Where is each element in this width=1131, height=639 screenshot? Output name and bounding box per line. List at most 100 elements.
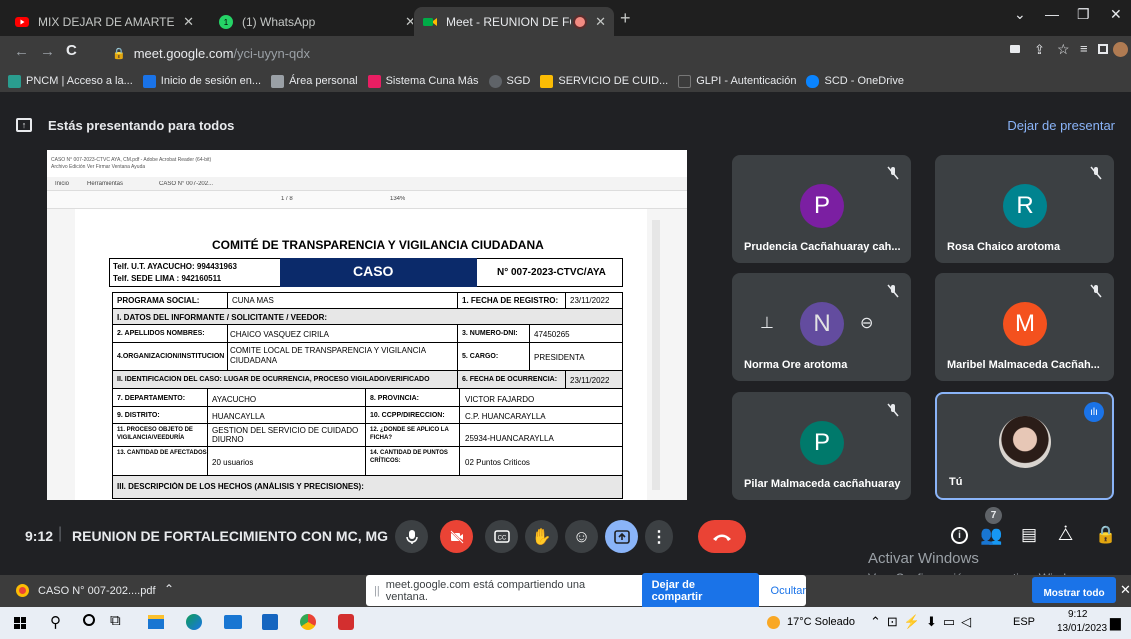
pdf-phone2: Telf. SEDE LIMA : 942160511	[113, 274, 222, 283]
file-explorer-icon[interactable]	[148, 615, 164, 629]
minimize-button[interactable]: —	[1045, 6, 1059, 22]
pdf-scrollbar[interactable]	[652, 220, 660, 490]
clock-date[interactable]: 13/01/2023	[1057, 623, 1107, 634]
bookmark-item[interactable]: GLPI - Autenticación	[678, 74, 796, 88]
tab-search-icon[interactable]: ⌄	[1014, 6, 1026, 23]
pdf-value: COMITE LOCAL DE TRANSPARENCIA Y VIGILANC…	[230, 346, 426, 365]
restore-button[interactable]: ❐	[1077, 6, 1090, 23]
pdf-nav-document[interactable]: CASO N° 007-202...	[159, 181, 213, 187]
bookmark-item[interactable]: Inicio de sesión en...	[142, 74, 261, 88]
pdf-table-rule	[457, 292, 458, 309]
reactions-button[interactable]: ☺	[565, 520, 598, 553]
pdf-menu: Archivo Edición Ver Firmar Ventana Ayuda	[51, 164, 146, 170]
remove-icon[interactable]: ⊖	[860, 313, 873, 333]
sharing-notification: || meet.google.com está compartiendo una…	[366, 572, 806, 609]
address-bar[interactable]: 🔒 meet.google.com/yci-uyyn-qdx	[96, 40, 856, 66]
chrome-taskbar-icon[interactable]	[300, 614, 316, 630]
camera-icon[interactable]	[1010, 45, 1020, 53]
avatar: R	[1003, 184, 1047, 228]
profile-avatar[interactable]	[1113, 42, 1128, 57]
present-button[interactable]	[605, 520, 638, 553]
bookmark-item[interactable]: Área personal	[271, 74, 358, 88]
participant-tile[interactable]: R Rosa Chaico arotoma	[935, 155, 1114, 263]
bookmark-item[interactable]: Sistema Cuna Más	[367, 74, 479, 88]
acrobat-icon[interactable]	[338, 614, 354, 630]
bookmark-item[interactable]: SGD	[488, 74, 530, 88]
clock-time[interactable]: 9:12	[1068, 609, 1087, 620]
bookmark-favicon-icon	[8, 74, 21, 88]
tray-icons[interactable]: ⌃⊡⚡⬇▭◁	[870, 614, 977, 630]
bookmark-item[interactable]: SERVICIO DE CUID...	[540, 74, 668, 88]
download-filename[interactable]: CASO N° 007-202....pdf	[38, 585, 156, 597]
cortana-icon[interactable]	[83, 614, 95, 626]
people-icon[interactable]: 👥	[980, 525, 1002, 546]
bookmark-item[interactable]: PNCM | Acceso a la...	[8, 74, 133, 88]
mic-off-icon	[887, 403, 899, 417]
sidebar-icon[interactable]	[1098, 44, 1108, 54]
stop-presenting-button[interactable]: Dejar de presentar	[1007, 118, 1115, 133]
new-tab-button[interactable]: +	[620, 8, 631, 29]
pdf-value: AYACUCHO	[212, 395, 257, 404]
raise-hand-button[interactable]: ✋	[525, 520, 558, 553]
more-options-button[interactable]: ⋮	[645, 520, 673, 553]
pdf-section-title: II. IDENTIFICACIÓN DEL CASO: LUGAR DE OC…	[117, 376, 430, 383]
windows-start-icon[interactable]	[14, 617, 26, 629]
forward-icon[interactable]: →	[40, 43, 55, 60]
bookmark-item[interactable]: SCD - OneDrive	[806, 74, 904, 88]
store-icon[interactable]	[262, 614, 278, 630]
hide-button[interactable]: Ocultar	[771, 585, 806, 597]
chevron-up-icon[interactable]: ⌃	[164, 582, 174, 596]
self-tile[interactable]: ılı Tú	[935, 392, 1114, 500]
participant-tile[interactable]: N ⊥ ⊖ Norma Ore arotoma	[732, 273, 911, 381]
url-path: /yci-uyyn-qdx	[233, 45, 311, 61]
task-view-icon[interactable]: ⧉	[110, 612, 121, 629]
pdf-page-number[interactable]: 1 / 8	[281, 196, 293, 202]
close-icon[interactable]: ✕	[391, 7, 413, 36]
activities-icon[interactable]: ⧊	[1058, 525, 1073, 545]
pdf-label: 7. DEPARTAMENTO:	[117, 395, 186, 402]
reload-icon[interactable]: C	[66, 42, 77, 59]
close-download-bar-icon[interactable]: ✕	[1120, 582, 1131, 598]
pdf-zoom[interactable]: 134%	[390, 196, 405, 202]
pdf-table-rule	[227, 292, 228, 309]
pdf-nav-home[interactable]: Inicio	[55, 181, 69, 187]
search-icon[interactable]: ⚲	[50, 613, 61, 631]
language-indicator[interactable]: ESP	[1013, 616, 1035, 628]
captions-button[interactable]: CC	[485, 520, 518, 553]
tab-meet[interactable]: Meet - REUNION DE FORTAL ✕	[414, 7, 614, 36]
close-icon[interactable]: ✕	[183, 14, 194, 30]
drag-handle-icon[interactable]: ||	[374, 585, 380, 597]
window-close-button[interactable]: ✕	[1110, 6, 1122, 23]
share-icon[interactable]: ⇪	[1034, 42, 1045, 58]
camera-button[interactable]	[440, 520, 473, 553]
microphone-button[interactable]	[395, 520, 428, 553]
close-icon[interactable]: ✕	[595, 14, 606, 30]
tab-whatsapp[interactable]: 1 (1) WhatsApp	[210, 7, 410, 36]
chat-icon[interactable]: ▤	[1021, 525, 1037, 545]
pdf-label: 14. CANTIDAD DE PUNTOS CRÍTICOS:	[370, 450, 448, 464]
info-icon[interactable]: i	[951, 527, 968, 544]
reading-list-icon[interactable]: ≡	[1080, 41, 1088, 56]
pdf-label: PROGRAMA SOCIAL:	[117, 296, 200, 305]
tab-youtube[interactable]: MIX DEJAR DE AMARTE - REBELD ✕	[6, 7, 202, 36]
pdf-section-title: I. DATOS DEL INFORMANTE / SOLICITANTE / …	[117, 313, 328, 322]
participant-tile[interactable]: M Maribel Malmaceda Cacñah...	[935, 273, 1114, 381]
stop-sharing-button[interactable]: Dejar de compartir	[641, 572, 759, 609]
pdf-table-rule	[457, 371, 458, 389]
pin-icon[interactable]: ⊥	[760, 313, 774, 333]
back-icon[interactable]: ←	[14, 43, 29, 60]
pdf-label: 10. CCPP/DIRECCIÓN:	[370, 412, 445, 419]
pdf-value: GESTION DEL SERVICIO DE CUIDADO DIURNO	[212, 426, 359, 444]
notifications-icon[interactable]: ▆	[1110, 614, 1121, 631]
star-icon[interactable]: ☆	[1057, 41, 1070, 58]
leave-call-button[interactable]	[698, 520, 746, 553]
weather-text[interactable]: 17°C Soleado	[787, 616, 855, 628]
mail-icon[interactable]	[224, 615, 242, 629]
participant-tile[interactable]: P Prudencia Cacñahuaray cah...	[732, 155, 911, 263]
pdf-value: 47450265	[534, 330, 570, 339]
participant-tile[interactable]: P Pilar Malmaceda cacñahuaray	[732, 392, 911, 500]
pdf-nav-tools[interactable]: Herramientas	[87, 181, 123, 187]
show-all-button[interactable]: Mostrar todo	[1032, 577, 1116, 603]
edge-icon[interactable]	[186, 614, 202, 630]
host-controls-icon[interactable]: 🔒	[1095, 525, 1116, 545]
